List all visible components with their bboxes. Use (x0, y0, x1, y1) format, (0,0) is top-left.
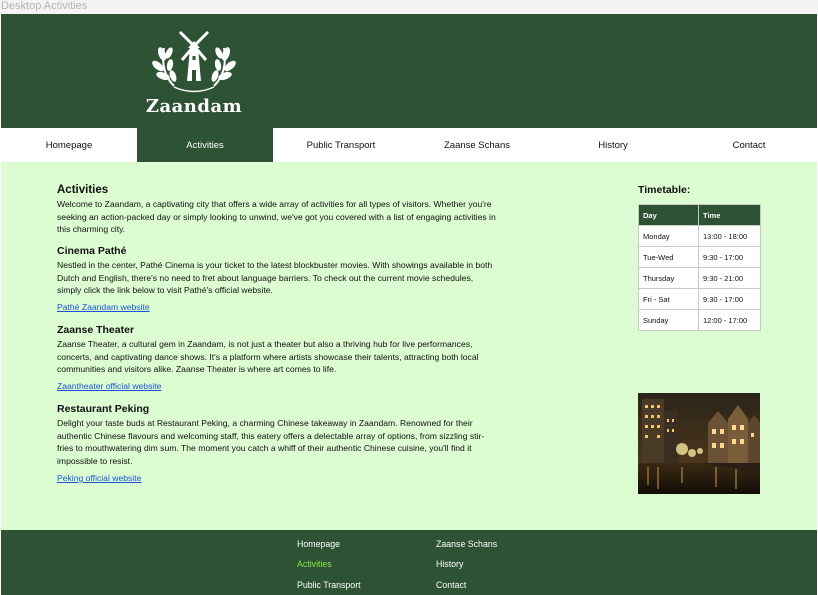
table-row: Thursday 9:30 - 21:00 (638, 267, 761, 289)
table-row: Tue-Wed 9:30 - 17:00 (638, 246, 761, 268)
day-cell: Sunday (638, 309, 699, 331)
table-header-row: Day Time (638, 204, 761, 226)
footer-link-public-transport[interactable]: Public Transport (297, 580, 361, 590)
table-row: Monday 13:00 - 18:00 (638, 225, 761, 247)
page-title: Activities (57, 184, 109, 196)
peking-website-link[interactable]: Peking official website (57, 472, 141, 484)
timetable: Day Time Monday 13:00 - 18:00 Tue-Wed 9:… (638, 204, 761, 331)
nav-item-activities[interactable]: Activities (137, 128, 273, 162)
time-cell: 9:30 - 17:00 (698, 288, 761, 310)
windmill-wreath-icon (152, 30, 236, 93)
footer-link-homepage[interactable]: Homepage (297, 539, 340, 549)
table-row: Fri - Sat 9:30 - 17:00 (638, 288, 761, 310)
nav-item-contact[interactable]: Contact (681, 128, 817, 162)
day-cell: Thursday (638, 267, 699, 289)
site-header: Zaandam (1, 14, 817, 128)
day-cell: Tue-Wed (638, 246, 699, 268)
section-heading: Cinema Pathé (57, 245, 127, 257)
column-header-day: Day (638, 204, 699, 226)
main-content: Activities Welcome to Zaandam, a captiva… (1, 162, 817, 530)
zaantheater-website-link[interactable]: Zaantheater official website (57, 380, 161, 392)
nav-item-homepage[interactable]: Homepage (1, 128, 137, 162)
day-cell: Fri - Sat (638, 288, 699, 310)
section-heading: Restaurant Peking (57, 403, 150, 415)
time-cell: 9:30 - 21:00 (698, 267, 761, 289)
section-theater: Zaanse Theater Zaanse Theater, a cultura… (57, 324, 497, 394)
section-text: Zaanse Theater, a cultural gem in Zaanda… (57, 339, 479, 375)
footer-link-history[interactable]: History (436, 559, 463, 569)
section-text: Nestled in the center, Pathé Cinema is y… (57, 260, 493, 296)
nav-item-zaanse-schans[interactable]: Zaanse Schans (409, 128, 545, 162)
time-cell: 12:00 - 17:00 (698, 309, 761, 331)
time-cell: 9:30 - 17:00 (698, 246, 761, 268)
section-cinema: Cinema Pathé Nestled in the center, Path… (57, 245, 497, 315)
nav-item-public-transport[interactable]: Public Transport (273, 128, 409, 162)
time-cell: 13:00 - 18:00 (698, 225, 761, 247)
timetable-title: Timetable: (638, 184, 691, 196)
footer-link-zaanse-schans[interactable]: Zaanse Schans (436, 539, 497, 549)
site-footer: Homepage Activities Public Transport Zaa… (1, 530, 817, 595)
footer-link-contact[interactable]: Contact (436, 580, 466, 590)
pathe-website-link[interactable]: Pathé Zaandam website (57, 301, 150, 313)
intro-text: Welcome to Zaandam, a captivating city t… (57, 199, 496, 235)
brand-name: Zaandam (145, 96, 243, 117)
day-cell: Monday (638, 225, 699, 247)
table-row: Sunday 12:00 - 17:00 (638, 309, 761, 331)
section-heading: Zaanse Theater (57, 324, 135, 336)
window-title: Desktop Activities (0, 0, 818, 14)
footer-link-activities[interactable]: Activities (297, 559, 332, 569)
zaandam-night-photo (638, 393, 760, 494)
site-logo[interactable]: Zaandam (144, 26, 244, 118)
section-text: Delight your taste buds at Restaurant Pe… (57, 418, 485, 467)
column-header-time: Time (698, 204, 761, 226)
nav-item-history[interactable]: History (545, 128, 681, 162)
section-restaurant: Restaurant Peking Delight your taste bud… (57, 403, 499, 486)
main-nav: Homepage Activities Public Transport Zaa… (1, 128, 817, 162)
